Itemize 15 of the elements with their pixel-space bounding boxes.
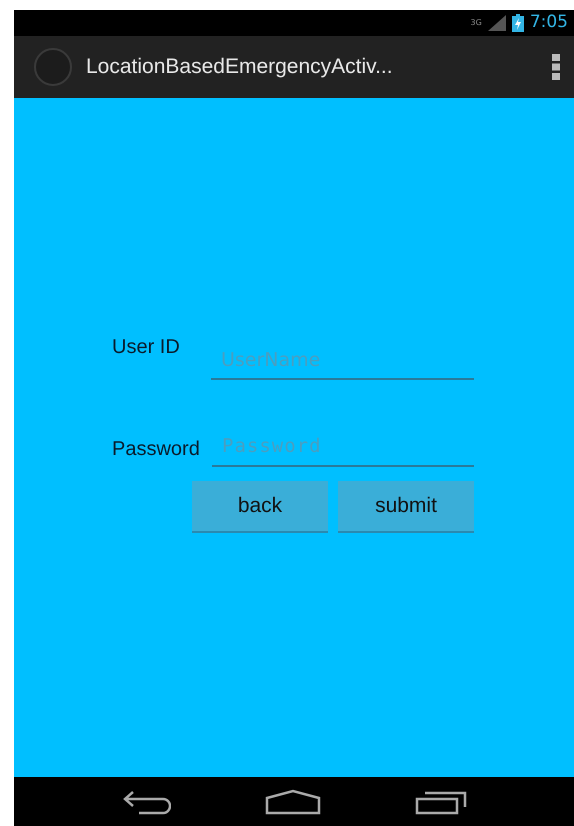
network-label: 3G: [470, 17, 482, 29]
back-icon[interactable]: [121, 788, 171, 814]
back-button[interactable]: back: [192, 480, 328, 532]
field-label: Password: [112, 437, 201, 462]
overflow-menu-icon[interactable]: [552, 54, 560, 80]
input-field[interactable]: Password: [212, 432, 474, 466]
battery-icon: [512, 14, 524, 32]
signal-icon: [488, 15, 506, 31]
clock: 7:05: [530, 11, 568, 34]
submit-button[interactable]: submit: [338, 480, 474, 532]
input-field[interactable]: UserName: [211, 346, 474, 380]
app-title: LocationBasedEmergencyActiv...: [86, 54, 394, 80]
home-icon[interactable]: [265, 788, 321, 814]
field-label: User ID: [112, 335, 181, 360]
app-icon: [34, 48, 72, 86]
